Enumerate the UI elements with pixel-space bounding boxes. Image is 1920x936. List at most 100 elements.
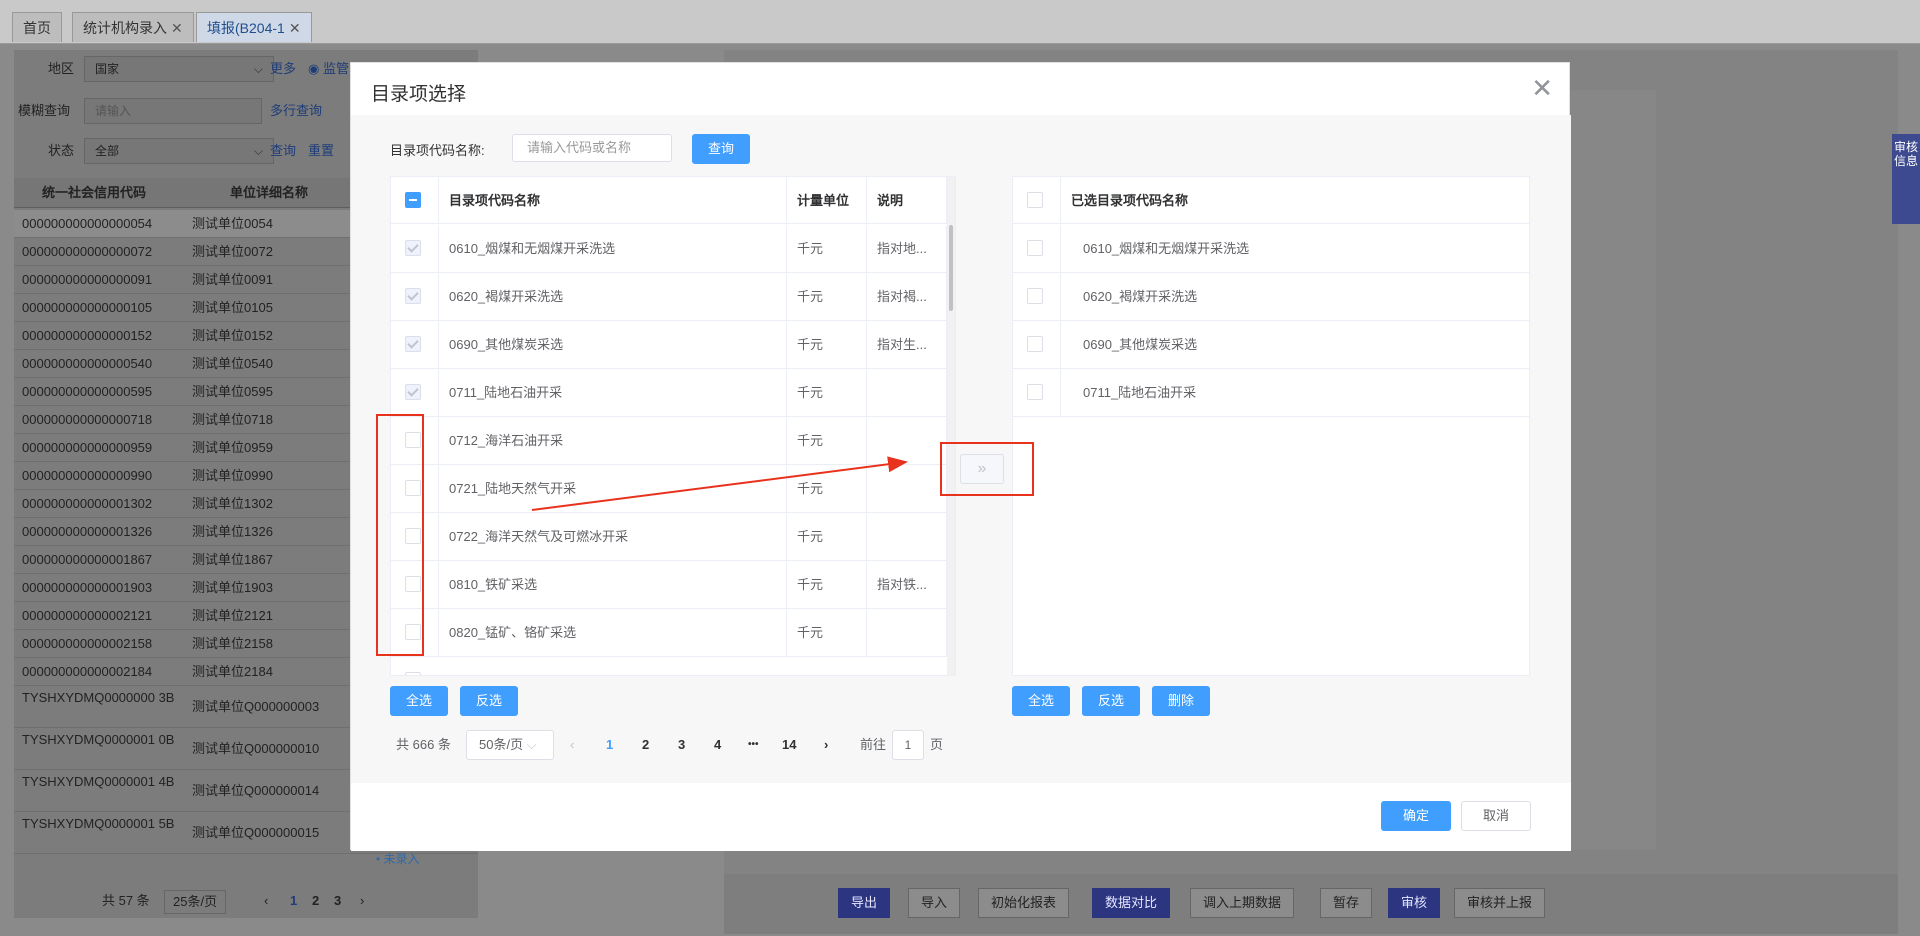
goto-prefix: 前往 [860, 737, 887, 752]
supervise-radio[interactable]: ◉ 监管 [308, 56, 349, 82]
table-row[interactable]: 0620_褐煤开采洗选 千元 指对褐... [391, 273, 947, 321]
reset-link[interactable]: 重置 [308, 138, 334, 164]
checkbox-cell[interactable] [391, 225, 439, 272]
page-number[interactable]: 1 [606, 730, 613, 760]
catalog-unit: 千元 [787, 609, 867, 656]
table-row[interactable]: 0610_烟煤和无烟煤开采洗选 千元 指对地... [391, 225, 947, 273]
goto-page-input[interactable]: 1 [892, 730, 924, 760]
unit-code: 000000000000000091 [22, 272, 153, 287]
page-number[interactable]: 2 [642, 730, 649, 760]
report-action-button[interactable]: 暂存 [1320, 888, 1373, 918]
close-icon[interactable]: ✕ [289, 20, 301, 36]
report-action-button[interactable]: 审核 [1388, 888, 1441, 918]
table-row[interactable]: 0820_锰矿、铬矿采选 千元 [391, 609, 947, 657]
status-select[interactable]: 全部 ⌵ [84, 138, 274, 164]
close-icon[interactable]: ✕ [1531, 73, 1553, 104]
page-number[interactable]: 2 [312, 888, 319, 914]
next-page-icon[interactable]: › [360, 888, 364, 914]
row-checkbox[interactable] [1027, 336, 1043, 352]
unit-code: 000000000000002158 [22, 636, 153, 651]
checkbox-cell[interactable] [391, 369, 439, 416]
tab-home[interactable]: 首页 [12, 12, 62, 42]
fuzzy-query-input[interactable]: 请输入 [84, 98, 262, 124]
table-row[interactable]: 0810_铁矿采选 千元 指对铁... [391, 561, 947, 609]
table-row[interactable]: 0722_海洋天然气及可燃冰开采 千元 [391, 513, 947, 561]
report-action-button[interactable]: 数据对比 [1092, 888, 1171, 918]
tab-stat-org[interactable]: 统计机构录入 ✕ [72, 12, 194, 42]
tab-label: 填报(B204-1 [207, 20, 285, 36]
more-link[interactable]: 更多 [270, 56, 296, 82]
delete-selected-button[interactable]: 删除 [1152, 686, 1210, 716]
table-row[interactable]: 0690_其他煤炭采选 [1013, 321, 1529, 369]
multiline-query-link[interactable]: 多行查询 [270, 98, 322, 124]
query-button[interactable]: 查询 [692, 134, 750, 164]
table-row[interactable]: 0620_褐煤开采洗选 [1013, 273, 1529, 321]
checkbox-cell[interactable] [1013, 321, 1061, 368]
catalog-note [867, 369, 947, 416]
selected-select-all-button[interactable]: 全选 [1012, 686, 1070, 716]
table-row[interactable]: 0711_陆地石油开采 [1013, 369, 1529, 417]
catalog-unit: 千元 [787, 465, 867, 512]
selected-invert-button[interactable]: 反选 [1082, 686, 1140, 716]
table-row[interactable]: 0721_陆地天然气开采 千元 [391, 465, 947, 513]
table-row[interactable]: 0610_烟煤和无烟煤开采洗选 [1013, 225, 1529, 273]
row-checkbox[interactable] [1027, 240, 1043, 256]
select-all-button[interactable]: 全选 [390, 686, 448, 716]
catalog-unit: 千元 [787, 273, 867, 320]
unit-code: 000000000000001903 [22, 580, 153, 595]
catalog-search-input[interactable]: 请输入代码或名称 [512, 134, 672, 162]
prev-page-icon[interactable]: ‹ [570, 730, 574, 760]
column-header: 单位详细名称 [230, 185, 309, 200]
report-action-button[interactable]: 导出 [838, 888, 891, 918]
checkbox-cell[interactable] [391, 321, 439, 368]
page-number[interactable]: 14 [782, 730, 796, 760]
select-all-header[interactable] [391, 177, 439, 224]
page-ellipsis[interactable]: ••• [748, 730, 759, 760]
invert-selection-button[interactable]: 反选 [460, 686, 518, 716]
table-row[interactable]: 0690_其他煤炭采选 千元 指对生... [391, 321, 947, 369]
catalog-note [867, 609, 947, 656]
table-row[interactable]: 0711_陆地石油开采 千元 [391, 369, 947, 417]
region-select[interactable]: 国家 ⌵ [84, 56, 274, 82]
table-scrollbar[interactable] [947, 177, 955, 675]
prev-page-icon[interactable]: ‹ [264, 888, 268, 914]
unit-code: 000000000000001326 [22, 524, 153, 539]
audit-info-tab[interactable]: 审核信息 [1892, 134, 1920, 224]
row-checkbox[interactable] [405, 672, 421, 675]
annotation-highlight-transfer [940, 442, 1034, 496]
report-action-button[interactable]: 初始化报表 [978, 888, 1070, 918]
page-number[interactable]: 4 [714, 730, 721, 760]
table-row[interactable]: 0712_海洋石油开采 千元 [391, 417, 947, 465]
unit-code: 000000000000000959 [22, 440, 153, 455]
page-size-value: 50条/页 [479, 737, 524, 752]
row-checkbox[interactable] [1027, 288, 1043, 304]
selected-catalog-name: 0690_其他煤炭采选 [1083, 337, 1198, 352]
select-all-checkbox[interactable] [1027, 192, 1043, 208]
report-action-button[interactable]: 调入上期数据 [1190, 888, 1295, 918]
checkbox-cell[interactable] [1013, 273, 1061, 320]
page-number[interactable]: 1 [290, 888, 297, 914]
page-size-select[interactable]: 25条/页 [164, 890, 227, 914]
column-header: 说明 [867, 177, 947, 224]
checkbox-cell[interactable] [1013, 225, 1061, 272]
report-action-button[interactable]: 导入 [908, 888, 961, 918]
query-link[interactable]: 查询 [270, 138, 296, 164]
checkbox-cell[interactable] [1013, 369, 1061, 416]
catalog-name: 0810_铁矿采选 [439, 561, 787, 608]
page-number[interactable]: 3 [334, 888, 341, 914]
select-all-checkbox[interactable] [405, 192, 421, 208]
page-number[interactable]: 3 [678, 730, 685, 760]
next-page-icon[interactable]: › [824, 730, 828, 760]
cancel-button[interactable]: 取消 [1461, 801, 1531, 831]
select-all-header[interactable] [1013, 177, 1061, 224]
report-action-button[interactable]: 审核并上报 [1454, 888, 1546, 918]
tab-fill-report[interactable]: 填报(B204-1 ✕ [196, 12, 312, 42]
row-checkbox[interactable] [1027, 384, 1043, 400]
confirm-button[interactable]: 确定 [1381, 801, 1451, 831]
scrollbar-thumb[interactable] [949, 225, 953, 311]
close-icon[interactable]: ✕ [171, 20, 183, 36]
page-size-select[interactable]: 50条/页 ⌵ [466, 730, 554, 760]
row-checkbox [405, 384, 421, 400]
status-label: 状态 [47, 143, 74, 158]
checkbox-cell[interactable] [391, 273, 439, 320]
